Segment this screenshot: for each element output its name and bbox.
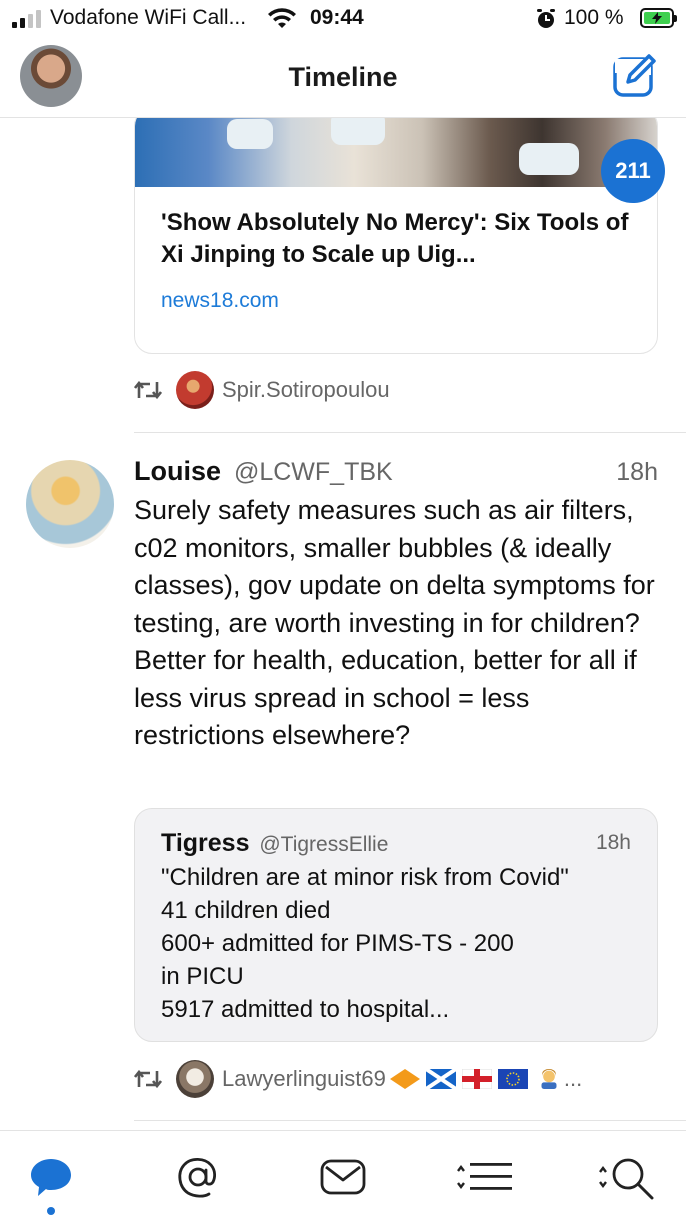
list-icon (457, 1163, 512, 1190)
link-preview-image (135, 118, 657, 187)
compose-icon (613, 54, 656, 97)
retweeted-by[interactable]: Lawyerlinguist69 ... (134, 1060, 582, 1098)
author-avatar[interactable] (26, 460, 114, 548)
name-emoji-flags (389, 1069, 564, 1089)
scotland-flag-icon (425, 1069, 456, 1089)
eu-flag-icon (497, 1069, 528, 1089)
retweet-icon (134, 380, 162, 400)
tweet-time: 18h (616, 458, 658, 486)
quoted-tweet-text: "Children are at minor risk from Covid" … (161, 864, 569, 1023)
unread-count-badge[interactable]: 211 (601, 139, 665, 203)
england-flag-icon (461, 1069, 492, 1089)
retweeter-name-truncation: ... (563, 1066, 583, 1091)
author-name[interactable]: Louise (134, 456, 221, 486)
retweeter-avatar (176, 1060, 214, 1098)
author-handle: @LCWF_TBK (233, 458, 393, 486)
tab-messages[interactable] (319, 1153, 367, 1201)
magnifier-icon (599, 1158, 654, 1200)
retweet-icon (134, 1069, 162, 1089)
speech-bubble-icon (31, 1159, 71, 1196)
compose-button[interactable] (612, 54, 656, 98)
tweet-header: Louise @LCWF_TBK 18h (134, 456, 658, 487)
page-title: Timeline (288, 62, 398, 92)
teacher-emoji-icon (541, 1069, 557, 1089)
timeline-feed[interactable]: 'Show Absolutely No Mercy': Six Tools of… (0, 118, 686, 1130)
retweeter-name: Spir.Sotiropoulou (222, 377, 390, 402)
tab-timeline[interactable] (27, 1153, 75, 1201)
cellular-signal-icon (12, 10, 41, 28)
tweet-divider (134, 1120, 686, 1121)
charging-bolt-icon (644, 12, 670, 24)
battery-percent: 100 % (564, 6, 624, 29)
tweet-divider (134, 432, 686, 433)
retweeter-avatar (176, 371, 214, 409)
active-tab-indicator (47, 1207, 55, 1215)
quoted-author-name: Tigress (161, 829, 250, 857)
link-preview-card[interactable]: 'Show Absolutely No Mercy': Six Tools of… (134, 118, 658, 354)
quoted-tweet-header: Tigress @TigressEllie 18h (161, 829, 631, 858)
tab-search[interactable] (598, 1153, 658, 1201)
tweet-text[interactable]: Surely safety measures such as air filte… (134, 492, 658, 755)
alarm-icon (536, 8, 556, 36)
clock: 09:44 (310, 6, 364, 29)
tab-bar (0, 1130, 686, 1220)
nav-bar: Timeline (0, 38, 686, 118)
link-domain[interactable]: news18.com (161, 289, 279, 313)
carrier-name: Vodafone WiFi Call... (50, 6, 247, 29)
envelope-icon (320, 1159, 366, 1195)
link-title: 'Show Absolutely No Mercy': Six Tools of… (161, 209, 629, 268)
orange-diamond-icon (389, 1069, 420, 1089)
retweeted-by[interactable]: Spir.Sotiropoulou (134, 371, 390, 409)
tab-lists[interactable] (456, 1153, 516, 1201)
quoted-tweet[interactable]: Tigress @TigressEllie 18h "Children are … (134, 808, 658, 1042)
tab-mentions[interactable] (174, 1153, 222, 1201)
retweeter-name: Lawyerlinguist69 (222, 1066, 386, 1091)
status-bar: Vodafone WiFi Call... 09:44 100 % (0, 0, 686, 38)
battery-icon (640, 8, 677, 28)
at-sign-icon (178, 1157, 217, 1198)
quoted-author-handle: @TigressEllie (259, 833, 389, 856)
wifi-icon (268, 8, 296, 36)
quoted-tweet-time: 18h (595, 831, 631, 854)
